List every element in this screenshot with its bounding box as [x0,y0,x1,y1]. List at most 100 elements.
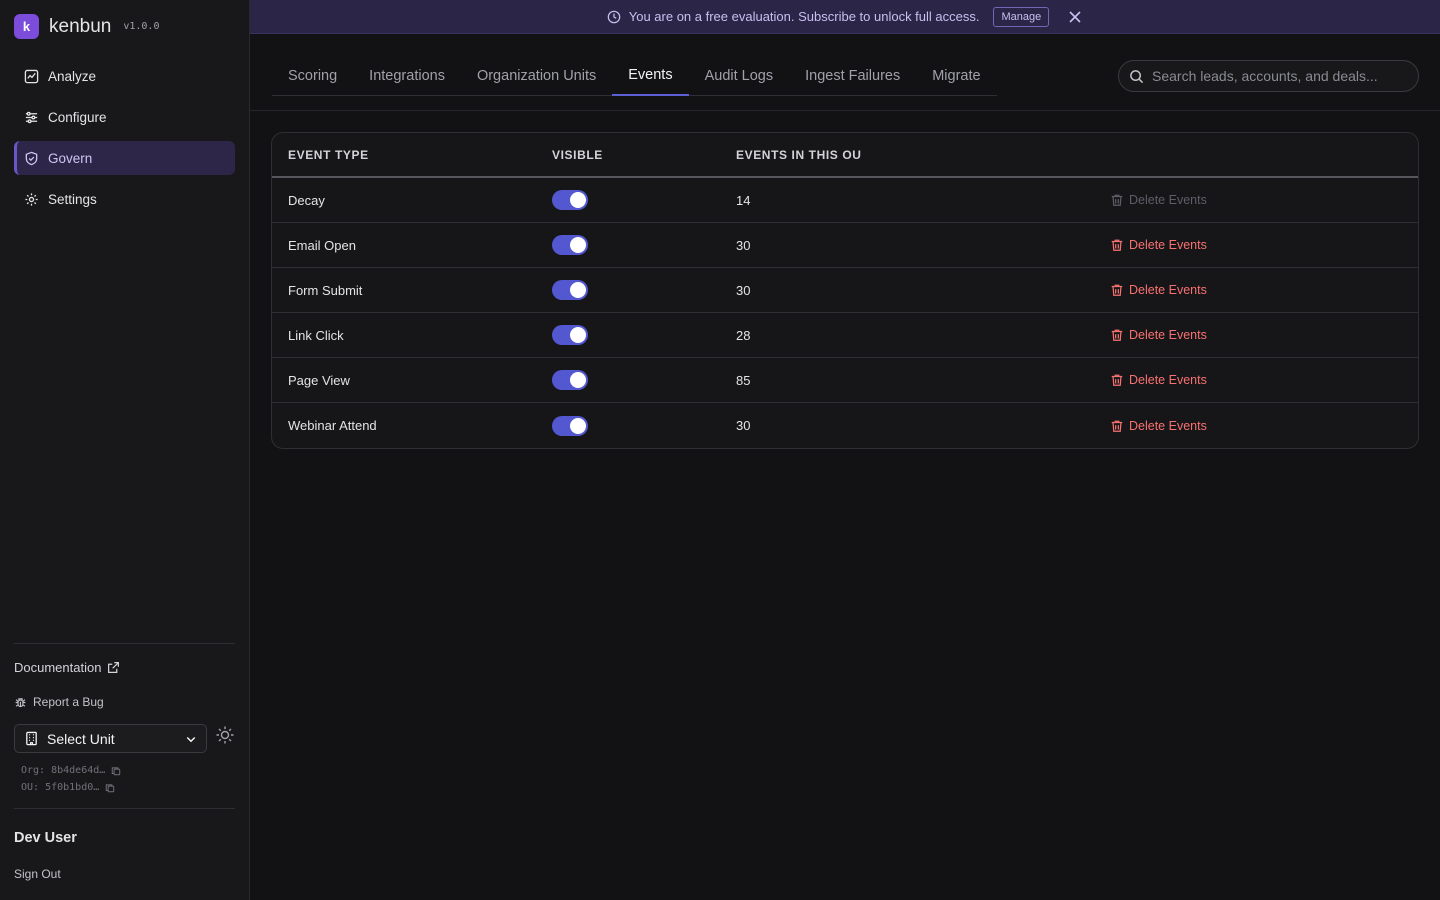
delete-label: Delete Events [1129,328,1207,342]
event-count: 28 [736,327,751,343]
unit-select-value: Select Unit [47,730,115,747]
visible-toggle[interactable] [552,415,588,436]
sidebar-item-configure[interactable]: Configure [14,100,235,134]
event-count: 30 [736,282,751,298]
sidebar-item-label: Govern [48,150,93,166]
visible-toggle[interactable] [552,325,588,345]
banner-message: You are on a free evaluation. Subscribe … [628,9,980,24]
user-name: Dev User [14,830,77,846]
tab-migrate[interactable]: Migrate [916,56,996,96]
tab-integrations[interactable]: Integrations [353,56,461,96]
logo-icon: k [14,14,39,39]
sign-out-button[interactable]: Sign Out [14,867,61,881]
ou-id: OU: 5f0b1bd0… [21,782,100,793]
trash-icon [1111,239,1123,251]
delete-events-button[interactable]: Delete Events [1110,238,1207,252]
delete-label: Delete Events [1129,283,1207,297]
event-count: 30 [736,418,751,433]
sidebar-item-analyze[interactable]: Analyze [14,59,235,93]
events-table: EVENT TYPE VISIBLE EVENTS IN THIS OU Dec… [271,132,1419,449]
delete-events-button[interactable]: Delete Events [1110,419,1207,433]
header-events-count: EVENTS IN THIS OU [736,147,862,162]
tab-bar: Scoring Integrations Organization Units … [272,56,997,96]
sidebar: k kenbun v1.0.0 Analyze Configure Govern… [0,0,250,900]
sliders-icon [25,111,38,123]
table-header: EVENT TYPE VISIBLE EVENTS IN THIS OU [272,133,1418,178]
sidebar-item-govern[interactable]: Govern [14,141,235,175]
org-id: Org: 8b4de64d… [21,765,106,776]
report-bug-label: Report a Bug [33,695,104,709]
close-icon[interactable] [1067,9,1083,25]
tab-organization-units[interactable]: Organization Units [461,56,612,96]
app-version: v1.0.0 [123,21,160,32]
unit-select[interactable]: Select Unit [14,724,207,753]
event-count: 85 [736,372,751,388]
sidebar-item-label: Configure [48,109,107,125]
delete-label: Delete Events [1129,418,1207,433]
event-type: Webinar Attend [288,418,377,433]
trash-icon [1111,284,1123,296]
event-count: 30 [736,237,751,253]
header-actions [1110,133,1410,176]
sidebar-item-label: Analyze [48,68,97,84]
trash-icon [1111,420,1123,432]
search-box [1118,60,1419,92]
delete-events-button: Delete Events [1110,193,1207,207]
event-type: Decay [288,192,325,208]
delete-events-button[interactable]: Delete Events [1110,283,1207,297]
trash-icon [1111,329,1123,341]
copy-icon[interactable] [111,766,121,776]
header-visible: VISIBLE [552,147,603,162]
bug-icon [15,697,26,707]
table-row: Page View 85 Delete Events [272,358,1418,403]
table-row: Webinar Attend 30 Delete Events [272,403,1418,448]
documentation-link[interactable]: Documentation [14,660,120,675]
chevron-down-icon [186,736,196,742]
sun-icon[interactable] [215,725,235,745]
header-divider [250,110,1440,111]
delete-label: Delete Events [1129,193,1207,207]
sidebar-item-settings[interactable]: Settings [14,182,235,216]
delete-label: Delete Events [1129,373,1207,387]
sidebar-divider [14,808,235,809]
visible-toggle[interactable] [552,235,588,255]
search-icon [1130,69,1144,83]
external-link-icon [108,662,120,673]
report-bug-link[interactable]: Report a Bug [14,695,104,709]
event-type: Link Click [288,327,344,343]
copy-icon[interactable] [105,783,115,793]
shield-icon [25,151,38,165]
event-type: Page View [288,372,350,388]
delete-events-button[interactable]: Delete Events [1110,328,1207,342]
delete-label: Delete Events [1129,238,1207,252]
table-row: Decay 14 Delete Events [272,178,1418,223]
sidebar-nav: Analyze Configure Govern Settings [14,59,235,223]
delete-events-button[interactable]: Delete Events [1110,373,1207,387]
table-row: Form Submit 30 Delete Events [272,268,1418,313]
visible-toggle[interactable] [552,370,588,390]
documentation-label: Documentation [14,660,102,675]
evaluation-banner: You are on a free evaluation. Subscribe … [250,0,1440,34]
tab-audit-logs[interactable]: Audit Logs [689,56,790,96]
building-icon [26,731,37,746]
app-name: kenbun [49,15,112,37]
brand[interactable]: k kenbun v1.0.0 [14,14,159,39]
visible-toggle[interactable] [552,190,588,210]
sidebar-item-label: Settings [48,191,97,207]
tab-scoring[interactable]: Scoring [272,56,353,96]
table-row: Email Open 30 Delete Events [272,223,1418,268]
manage-button[interactable]: Manage [993,6,1050,27]
visible-toggle[interactable] [552,280,588,300]
tab-events[interactable]: Events [612,56,689,96]
chart-square-icon [24,69,39,83]
event-type: Email Open [288,237,356,253]
event-count: 14 [736,192,751,208]
sidebar-divider [14,643,235,644]
gear-icon [25,192,38,206]
tab-ingest-failures[interactable]: Ingest Failures [789,56,916,96]
trash-icon [1111,374,1123,386]
clock-icon [607,10,621,23]
table-row: Link Click 28 Delete Events [272,313,1418,358]
event-type: Form Submit [288,282,363,298]
search-input[interactable] [1152,68,1402,84]
